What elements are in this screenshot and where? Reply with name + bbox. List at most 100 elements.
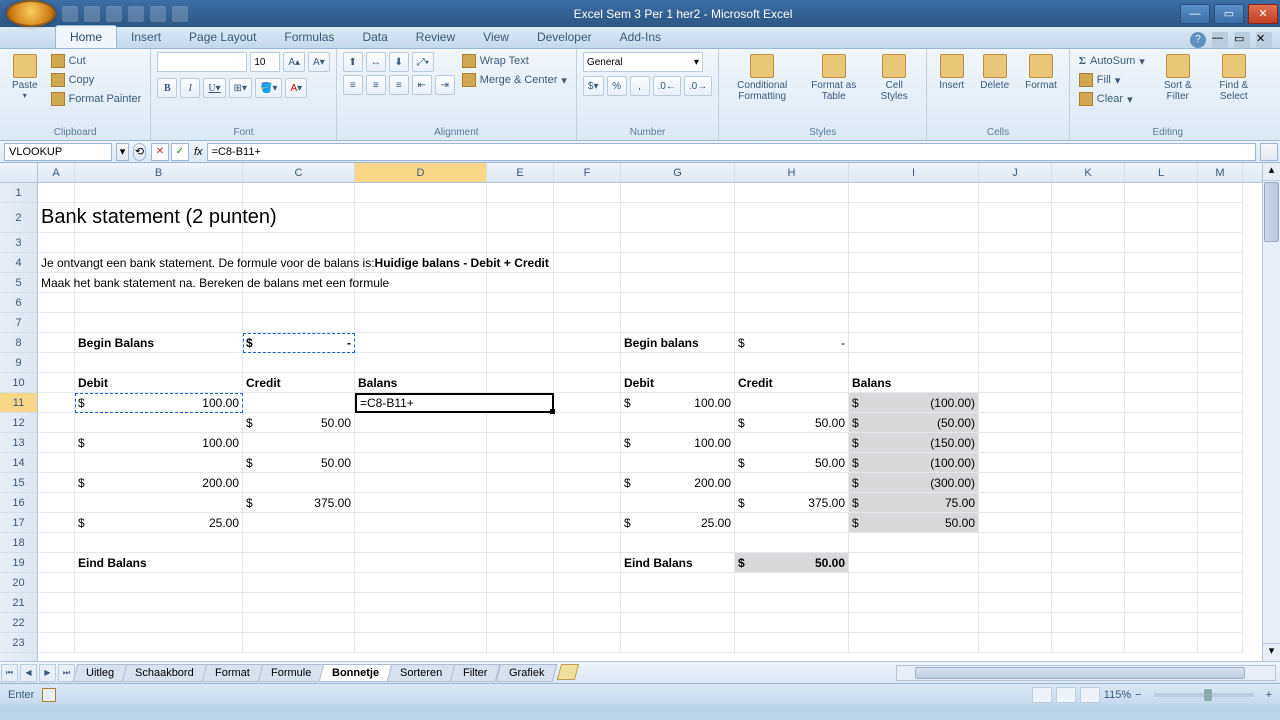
font-color-button[interactable]: A▾ [285,78,307,98]
name-box[interactable]: VLOOKUP [4,143,112,161]
sheet-tab-filter[interactable]: Filter [450,664,501,682]
tab-formulas[interactable]: Formulas [270,26,348,48]
sheet-tab-format[interactable]: Format [201,664,263,682]
save-icon[interactable] [62,6,78,22]
sheet-tab-bonnetje[interactable]: Bonnetje [319,664,393,682]
row-header-15[interactable]: 15 [0,473,37,493]
decrease-indent-button[interactable]: ⇤ [412,75,432,95]
zoom-out-button[interactable]: − [1135,689,1141,701]
row-header-3[interactable]: 3 [0,233,37,253]
increase-font-button[interactable]: A▴ [283,52,305,72]
align-middle-button[interactable]: ↔ [366,52,386,72]
tab-home[interactable]: Home [55,25,117,48]
bold-button[interactable]: B [157,78,177,98]
row-header-9[interactable]: 9 [0,353,37,373]
align-right-button[interactable]: ≡ [389,75,409,95]
confirm-entry-button[interactable]: ✓ [171,143,189,161]
row-header-17[interactable]: 17 [0,513,37,533]
col-header-K[interactable]: K [1052,163,1125,182]
minimize-ribbon-icon[interactable]: — [1212,32,1228,48]
sheet-tab-uitleg[interactable]: Uitleg [73,664,128,682]
accounting-format-button[interactable]: $▾ [583,76,604,96]
format-cells-button[interactable]: Format [1019,52,1063,125]
sheet-tab-formule[interactable]: Formule [257,664,324,682]
col-header-A[interactable]: A [38,163,75,182]
restore-workbook-icon[interactable]: ▭ [1234,32,1250,48]
zoom-level[interactable]: 115% [1104,689,1131,701]
wrap-text-button[interactable]: Wrap Text [459,52,570,70]
qat-icon-4[interactable] [128,6,144,22]
col-header-M[interactable]: M [1198,163,1243,182]
row-header-10[interactable]: 10 [0,373,37,393]
row-header-22[interactable]: 22 [0,613,37,633]
sheet-tab-grafiek[interactable]: Grafiek [495,664,557,682]
sheet-nav-next[interactable]: ▶ [39,664,56,682]
col-header-F[interactable]: F [554,163,621,182]
font-family-combo[interactable] [157,52,247,72]
row-header-6[interactable]: 6 [0,293,37,313]
increase-indent-button[interactable]: ⇥ [435,75,455,95]
format-as-table-button[interactable]: Format as Table [805,52,862,125]
sort-filter-button[interactable]: Sort & Filter [1152,52,1204,125]
row-header-4[interactable]: 4 [0,253,37,273]
number-format-combo[interactable]: General▾ [583,52,703,72]
qat-icon-5[interactable] [150,6,166,22]
align-top-button[interactable]: ⬆ [343,52,363,72]
sheet-tab-schaakbord[interactable]: Schaakbord [122,664,208,682]
tab-add-ins[interactable]: Add-Ins [606,26,675,48]
autosum-button[interactable]: ΣAutoSum ▾ [1076,52,1148,70]
fx-icon[interactable]: fx [194,146,203,158]
insert-sheet-button[interactable] [557,664,579,680]
decrease-font-button[interactable]: A▾ [308,52,330,72]
cell-styles-button[interactable]: Cell Styles [868,52,920,125]
find-select-button[interactable]: Find & Select [1208,52,1260,125]
col-header-B[interactable]: B [75,163,243,182]
fill-color-button[interactable]: 🪣▾ [255,78,282,98]
row-header-7[interactable]: 7 [0,313,37,333]
horizontal-scrollbar[interactable] [896,665,1276,681]
fill-button[interactable]: Fill ▾ [1076,71,1148,89]
sheet-tab-sorteren[interactable]: Sorteren [387,664,456,682]
insert-cells-button[interactable]: Insert [933,52,970,125]
close-button[interactable]: ✕ [1248,4,1278,24]
tab-insert[interactable]: Insert [117,26,175,48]
tab-developer[interactable]: Developer [523,26,606,48]
col-header-H[interactable]: H [735,163,849,182]
sheet-nav-prev[interactable]: ◀ [20,664,37,682]
percent-format-button[interactable]: % [607,76,627,96]
row-header-20[interactable]: 20 [0,573,37,593]
name-box-dropdown[interactable]: ▾ [116,143,129,161]
zoom-in-button[interactable]: + [1266,689,1272,701]
paste-button[interactable]: Paste ▾ [6,52,44,125]
col-header-C[interactable]: C [243,163,355,182]
delete-cells-button[interactable]: Delete [974,52,1015,125]
row-header-19[interactable]: 19 [0,553,37,573]
row-header-11[interactable]: 11 [0,393,37,413]
align-center-button[interactable]: ≡ [366,75,386,95]
italic-button[interactable]: I [180,78,200,98]
tab-view[interactable]: View [469,26,523,48]
tab-data[interactable]: Data [348,26,401,48]
align-left-button[interactable]: ≡ [343,75,363,95]
col-header-D[interactable]: D [355,163,487,182]
row-header-14[interactable]: 14 [0,453,37,473]
tab-page-layout[interactable]: Page Layout [175,26,270,48]
copy-button[interactable]: Copy [48,71,145,89]
merge-center-button[interactable]: Merge & Center ▾ [459,71,570,89]
col-header-I[interactable]: I [849,163,979,182]
row-header-13[interactable]: 13 [0,433,37,453]
comma-format-button[interactable]: , [630,76,650,96]
row-header-23[interactable]: 23 [0,633,37,653]
view-pagebreak-button[interactable] [1080,687,1100,703]
macro-record-icon[interactable] [42,688,56,702]
borders-button[interactable]: ⊞▾ [229,78,252,98]
row-header-2[interactable]: 2 [0,203,37,233]
conditional-formatting-button[interactable]: Conditional Formatting [725,52,799,125]
increase-decimal-button[interactable]: .0← [653,76,681,96]
align-bottom-button[interactable]: ⬇ [389,52,409,72]
row-header-8[interactable]: 8 [0,333,37,353]
orientation-button[interactable]: ⤢▾ [412,52,434,72]
help-icon[interactable]: ? [1190,32,1206,48]
col-header-L[interactable]: L [1125,163,1198,182]
col-header-G[interactable]: G [621,163,735,182]
